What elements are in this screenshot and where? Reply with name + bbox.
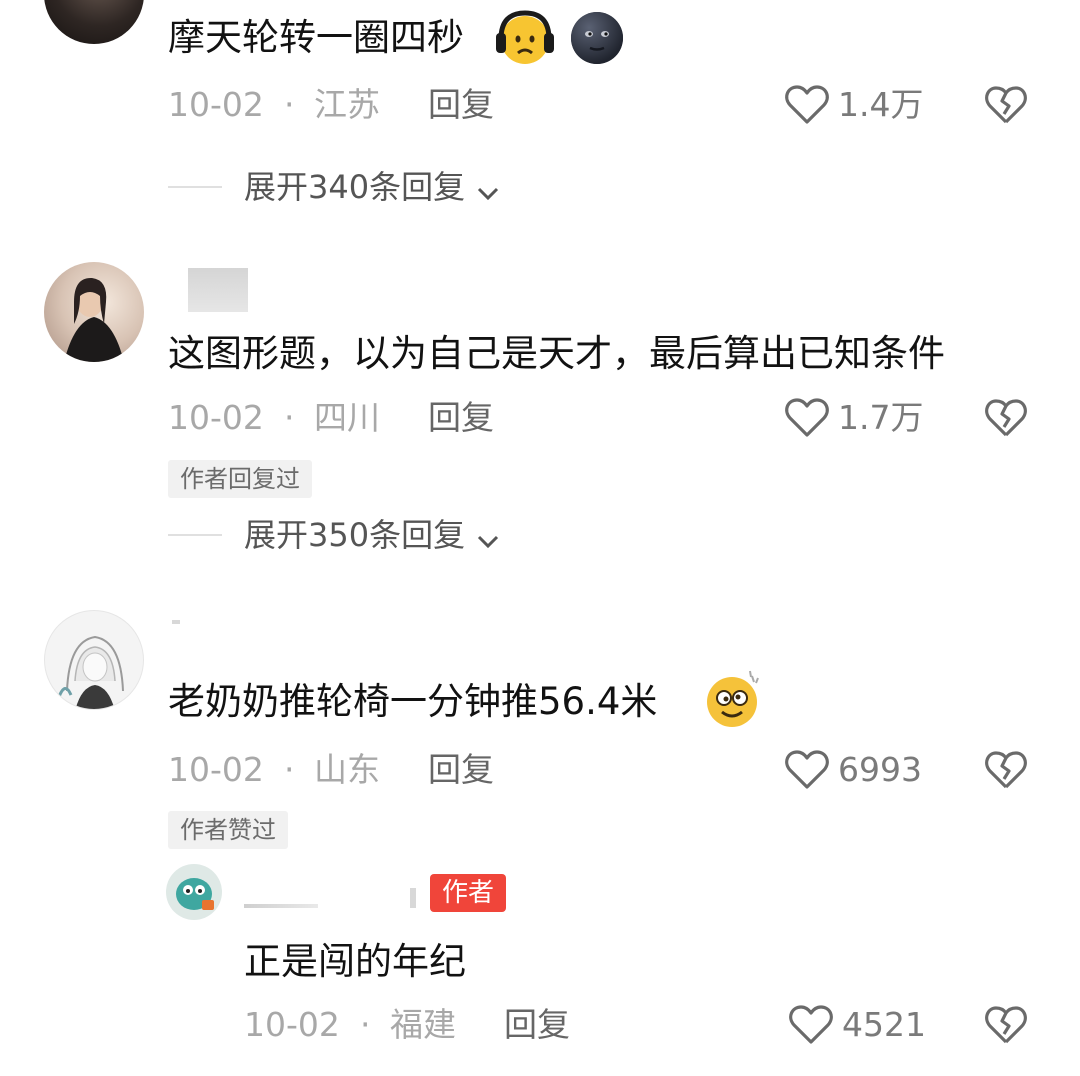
reply-button[interactable]: 回复	[428, 750, 494, 790]
username-redacted	[410, 888, 416, 908]
comment-date: 10-02	[244, 1005, 340, 1044]
chevron-down-icon	[476, 186, 500, 202]
author-replied-badge: 作者回复过	[168, 460, 312, 498]
headphones-face-emoji	[494, 9, 556, 67]
username-redacted	[188, 268, 248, 312]
like-button[interactable]: 1.4万	[784, 82, 924, 128]
comment-text-content: 摩天轮转一圈四秒	[168, 16, 464, 59]
meta-separator: ·	[360, 1005, 371, 1044]
comment-location: 山东	[314, 750, 380, 789]
username-redacted	[244, 904, 318, 908]
like-count: 1.7万	[838, 398, 924, 437]
comment-text: 摩天轮转一圈四秒	[168, 16, 464, 60]
expand-replies-button[interactable]: 展开340条回复	[244, 167, 500, 207]
meta-separator: ·	[284, 750, 295, 789]
expand-label: 展开340条回复	[244, 168, 466, 206]
like-count: 6993	[838, 750, 922, 789]
broken-heart-icon[interactable]	[984, 1004, 1028, 1046]
comment-location: 四川	[314, 398, 380, 437]
reply-button[interactable]: 回复	[428, 85, 494, 125]
like-button[interactable]: 6993	[784, 747, 934, 793]
comment-text-content: 老奶奶推轮椅一分钟推56.4米	[168, 680, 658, 723]
avatar[interactable]	[44, 0, 144, 44]
comment-date: 10-02	[168, 85, 264, 124]
comment-location: 江苏	[314, 85, 380, 124]
avatar[interactable]	[44, 610, 144, 710]
comment-location: 福建	[390, 1005, 456, 1044]
like-button[interactable]: 4521	[788, 1002, 938, 1048]
avatar[interactable]	[166, 864, 222, 920]
heart-outline-icon	[784, 397, 830, 439]
like-button[interactable]: 1.7万	[784, 395, 924, 441]
like-count: 4521	[842, 1005, 926, 1044]
author-tag: 作者	[430, 874, 507, 912]
heart-outline-icon	[788, 1004, 834, 1046]
avatar[interactable]	[44, 262, 144, 362]
broken-heart-icon[interactable]	[984, 397, 1028, 439]
expand-divider	[168, 534, 222, 536]
comment-text: 这图形题，以为自己是天才，最后算出已知条件	[168, 332, 945, 375]
username-redacted	[172, 620, 180, 624]
heart-outline-icon	[784, 84, 830, 126]
reply-text: 正是闯的年纪	[244, 940, 466, 983]
meta-separator: ·	[284, 85, 295, 124]
dark-moon-face-emoji	[568, 11, 626, 65]
author-liked-badge: 作者赞过	[168, 811, 288, 849]
broken-heart-icon[interactable]	[984, 84, 1028, 126]
comment-text: 老奶奶推轮椅一分钟推56.4米	[168, 680, 657, 724]
comment-date: 10-02	[168, 750, 264, 789]
meta-separator: ·	[284, 398, 295, 437]
reply-button[interactable]: 回复	[504, 1005, 570, 1045]
expand-label: 展开350条回复	[244, 516, 466, 554]
expand-divider	[168, 186, 222, 188]
like-count: 1.4万	[838, 85, 924, 124]
comment-date: 10-02	[168, 398, 264, 437]
dizzy-face-emoji	[704, 668, 764, 730]
broken-heart-icon[interactable]	[984, 749, 1028, 791]
expand-replies-button[interactable]: 展开350条回复	[244, 515, 500, 555]
reply-button[interactable]: 回复	[428, 398, 494, 438]
heart-outline-icon	[784, 749, 830, 791]
chevron-down-icon	[476, 534, 500, 550]
